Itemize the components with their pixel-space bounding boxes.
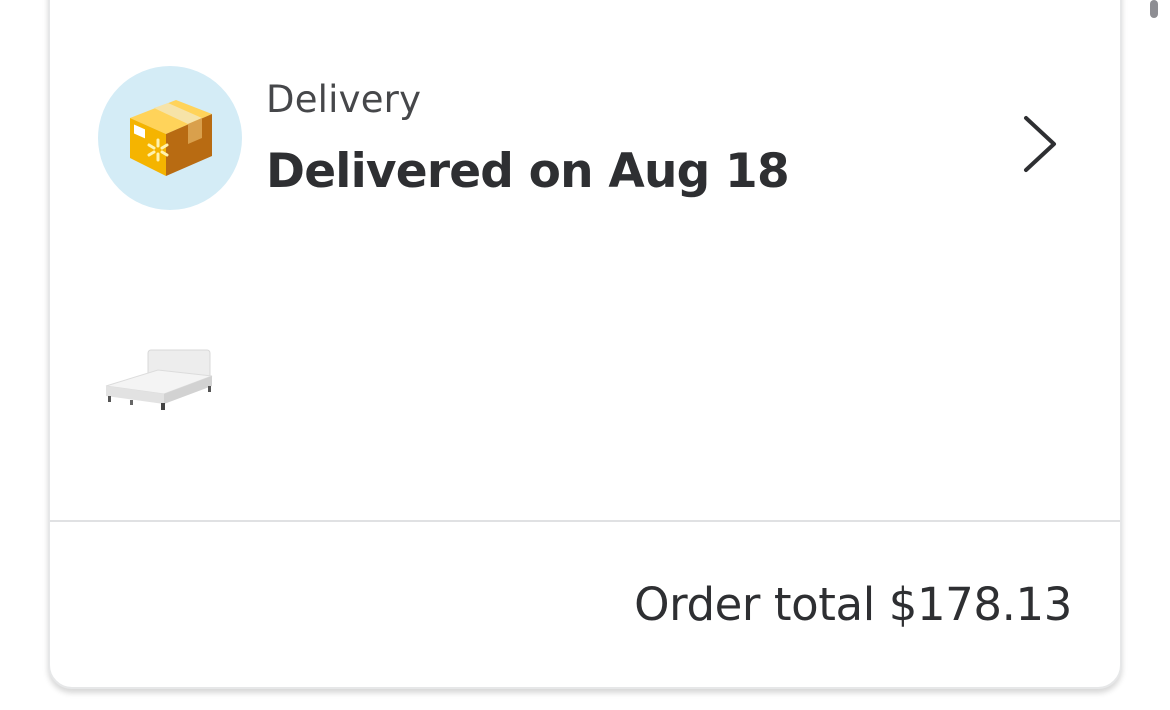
order-screen: Delivery Delivered on Aug 18 Order total… [0, 0, 1170, 710]
order-card[interactable]: Delivery Delivered on Aug 18 Order total… [48, 0, 1122, 689]
delivery-status-avatar [98, 66, 242, 210]
delivery-status-text: Delivered on Aug 18 [266, 144, 790, 199]
delivery-status-row[interactable]: Delivery Delivered on Aug 18 [50, 2, 1120, 222]
bed-thumbnail[interactable] [100, 342, 216, 420]
card-divider [50, 520, 1120, 522]
order-total-text: Order total $178.13 [634, 578, 1072, 631]
delivery-box-icon [130, 100, 212, 176]
fulfillment-type-label: Delivery [266, 78, 422, 121]
chevron-right-icon[interactable] [1020, 112, 1060, 176]
scrollbar[interactable] [1150, 0, 1158, 18]
